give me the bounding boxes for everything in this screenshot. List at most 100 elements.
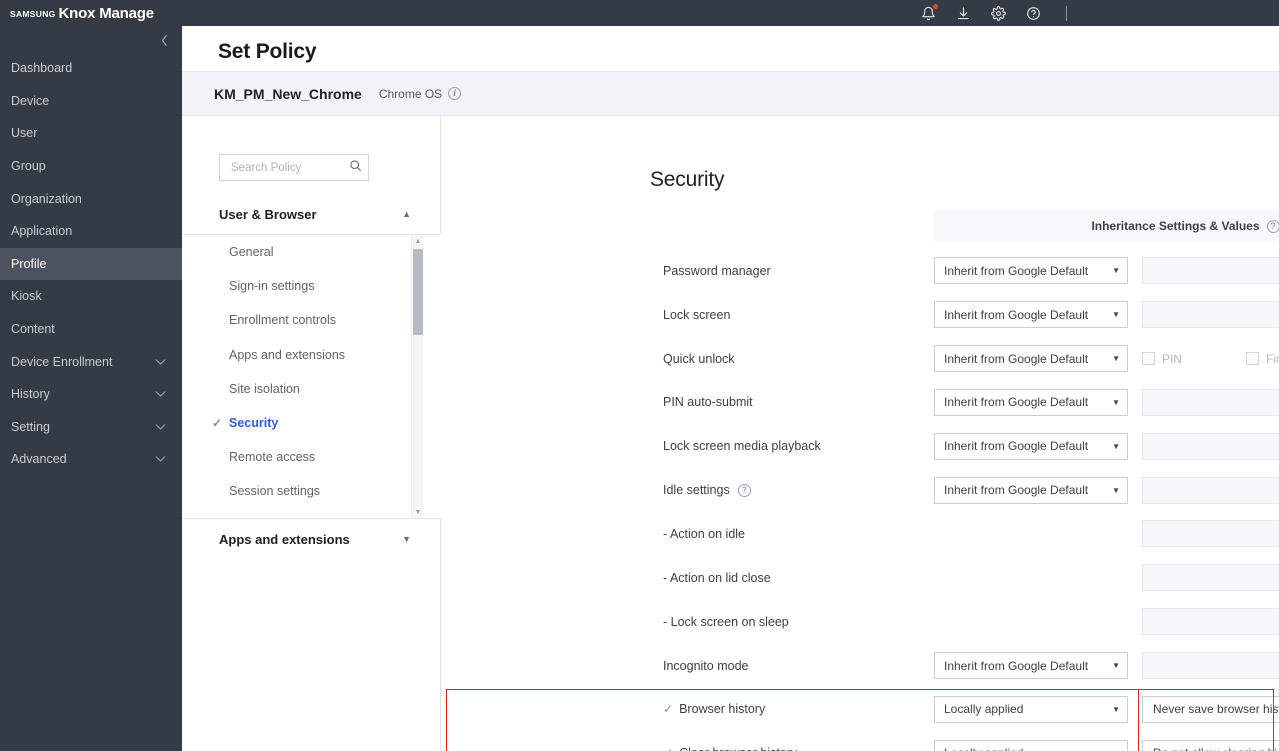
inheritance-select[interactable]: Inherit from Google Default ▼ (934, 432, 1128, 460)
settings-row: Password manager Inherit from Google Defa… (441, 249, 1279, 293)
chevron-up-icon: ▲ (402, 209, 411, 219)
sidebar-item-label: History (11, 387, 50, 402)
sidebar-item-user[interactable]: User (0, 117, 182, 150)
sidebar-item-application[interactable]: Application (0, 215, 182, 248)
scrollbar-thumb[interactable] (413, 249, 423, 335)
setting-label-idle-settings: Idle settings? (663, 483, 751, 497)
inheritance-select[interactable]: Inherit from Google Default ▼ (934, 652, 1128, 680)
notification-bell-icon[interactable] (920, 3, 938, 22)
sidebar-nav-list: Dashboard Device User Group Organization Appl… (0, 52, 182, 476)
chevron-down-icon: ▼ (1112, 704, 1120, 714)
settings-gear-icon[interactable] (990, 5, 1007, 22)
tree-item-label: General (229, 245, 274, 260)
sidebar-item-group[interactable]: Group (0, 150, 182, 183)
scroll-down-arrow-icon[interactable]: ▼ (412, 506, 424, 518)
value-select: ▼ (1142, 564, 1279, 592)
checkbox-box[interactable] (1142, 352, 1155, 366)
inheritance-select[interactable]: Inherit from Google Default ▼ (934, 301, 1128, 329)
tree-item-security[interactable]: ✓ Security (182, 406, 441, 440)
tree-item-apps-and-extensions[interactable]: Apps and extensions (182, 338, 441, 372)
inheritance-select[interactable]: Inherit from Google Default ▼ (934, 257, 1128, 285)
sidebar-item-history[interactable]: History (0, 378, 182, 411)
sidebar-item-label: Organization (11, 191, 82, 206)
sidebar-item-label: Advanced (11, 452, 67, 467)
inheritance-select[interactable]: Inherit from Google Default ▼ (934, 388, 1128, 416)
sidebar-item-kiosk[interactable]: Kiosk (0, 280, 182, 313)
chevron-left-icon[interactable] (154, 30, 174, 50)
download-icon[interactable] (955, 5, 972, 22)
inheritance-select-value: Inherit from Google Default (944, 263, 1089, 278)
tree-item-label: Security (229, 416, 279, 431)
search-policy-input[interactable] (229, 160, 349, 175)
sidebar-item-label: Device (11, 93, 50, 108)
tree-item-general[interactable]: General (182, 235, 441, 269)
tree-group-apps-extensions-label: Apps and extensions (219, 531, 350, 547)
sidebar-item-advanced[interactable]: Advanced (0, 443, 182, 476)
sidebar-item-label: Profile (11, 256, 47, 271)
sidebar-item-setting[interactable]: Setting (0, 411, 182, 444)
chevron-down-icon: ▼ (1112, 661, 1120, 671)
inheritance-select[interactable]: Locally applied▼ (934, 739, 1128, 751)
help-question-icon[interactable]: ? (737, 483, 751, 497)
tree-item-session-settings[interactable]: Session settings (182, 474, 441, 508)
setting-label-text: Lock screen (663, 307, 731, 322)
setting-label-text: Lock screen media playback (663, 439, 821, 454)
settings-row: ✓ Clear browser history Locally applied▼ Do… (441, 731, 1279, 751)
app-logo[interactable]: SAMSUNG Knox Manage (10, 0, 154, 26)
value-select: ▼ (1142, 301, 1279, 329)
tree-group-user-browser[interactable]: User & Browser ▲ (182, 194, 441, 234)
policy-tree-panel: User & Browser ▲ General Sign-in settings… (182, 116, 441, 751)
chevron-down-icon (155, 455, 166, 463)
sidebar: Dashboard Device User Group Organization Appl… (0, 26, 182, 751)
tree-item-enrollment-controls[interactable]: Enrollment controls (182, 303, 441, 337)
setting-label-incognito-mode: Incognito mode (663, 659, 748, 673)
inheritance-select[interactable]: Inherit from Google Default ▼ (934, 345, 1128, 373)
checkbox-fingerprint[interactable]: Fingerprint (1246, 352, 1279, 366)
info-icon[interactable]: i (448, 87, 462, 100)
value-select: ▼ (1142, 476, 1279, 504)
help-question-icon[interactable]: ? (1266, 219, 1279, 233)
sidebar-item-content[interactable]: Content (0, 313, 182, 346)
tree-items-scroll: General Sign-in settings Enrollment contro… (182, 234, 441, 519)
tree-scrollbar[interactable]: ▲ ▼ (411, 235, 423, 518)
tree-item-label: Sign-in settings (229, 279, 315, 294)
setting-label-action-on-lid-close: - Action on lid close (663, 571, 771, 585)
inheritance-select[interactable]: Locally applied▼ (934, 695, 1128, 723)
help-question-icon[interactable] (1025, 5, 1042, 22)
chevron-down-icon: ▼ (1112, 310, 1120, 320)
settings-row: Incognito mode Inherit from Google Defaul… (441, 644, 1279, 688)
sidebar-item-profile[interactable]: Profile (0, 247, 182, 281)
tree-item-site-isolation[interactable]: Site isolation (182, 372, 441, 406)
checkbox-pin[interactable]: PIN (1142, 352, 1182, 366)
value-checkbox-group: PIN Fingerprint (1142, 352, 1279, 366)
setting-label-text: PIN auto-submit (663, 395, 753, 410)
sidebar-item-label: Application (11, 224, 73, 239)
sidebar-item-device[interactable]: Device (0, 85, 182, 118)
search-icon[interactable] (349, 159, 362, 177)
value-select: ▼ (1142, 652, 1279, 680)
setting-label-text: Password manager (663, 263, 771, 278)
checkbox-box[interactable] (1246, 352, 1260, 366)
value-select[interactable]: Never save browser history▼ (1142, 695, 1279, 723)
sidebar-item-device-enrollment[interactable]: Device Enrollment (0, 345, 182, 378)
search-policy-box[interactable] (219, 154, 369, 181)
inheritance-select-value: Inherit from Google Default (944, 439, 1089, 454)
brand-knox-manage: Knox Manage (58, 4, 155, 22)
inheritance-select-value: Inherit from Google Default (944, 395, 1089, 410)
inheritance-select[interactable]: Inherit from Google Default ▼ (934, 476, 1128, 504)
inheritance-select-value: Locally applied (944, 746, 1112, 751)
chevron-down-icon: ▼ (1112, 266, 1120, 276)
scroll-up-arrow-icon[interactable]: ▲ (412, 235, 424, 247)
value-select-value: Do not allow clearing history in setting… (1153, 746, 1279, 751)
sidebar-item-label: Kiosk (11, 289, 42, 304)
tree-item-sign-in-settings[interactable]: Sign-in settings (182, 269, 441, 303)
policy-os-name: Chrome OS (378, 86, 443, 101)
sidebar-item-label: Setting (11, 419, 50, 434)
sidebar-item-dashboard[interactable]: Dashboard (0, 52, 182, 85)
settings-row: Lock screen media playback Inherit from G… (441, 424, 1279, 468)
tree-item-remote-access[interactable]: Remote access (182, 440, 441, 474)
tree-group-apps-extensions[interactable]: Apps and extensions ▼ (182, 519, 441, 559)
sidebar-item-organization[interactable]: Organization (0, 182, 182, 215)
value-select[interactable]: Do not allow clearing history in setting… (1142, 739, 1279, 751)
tree-item-label: Apps and extensions (229, 347, 346, 362)
